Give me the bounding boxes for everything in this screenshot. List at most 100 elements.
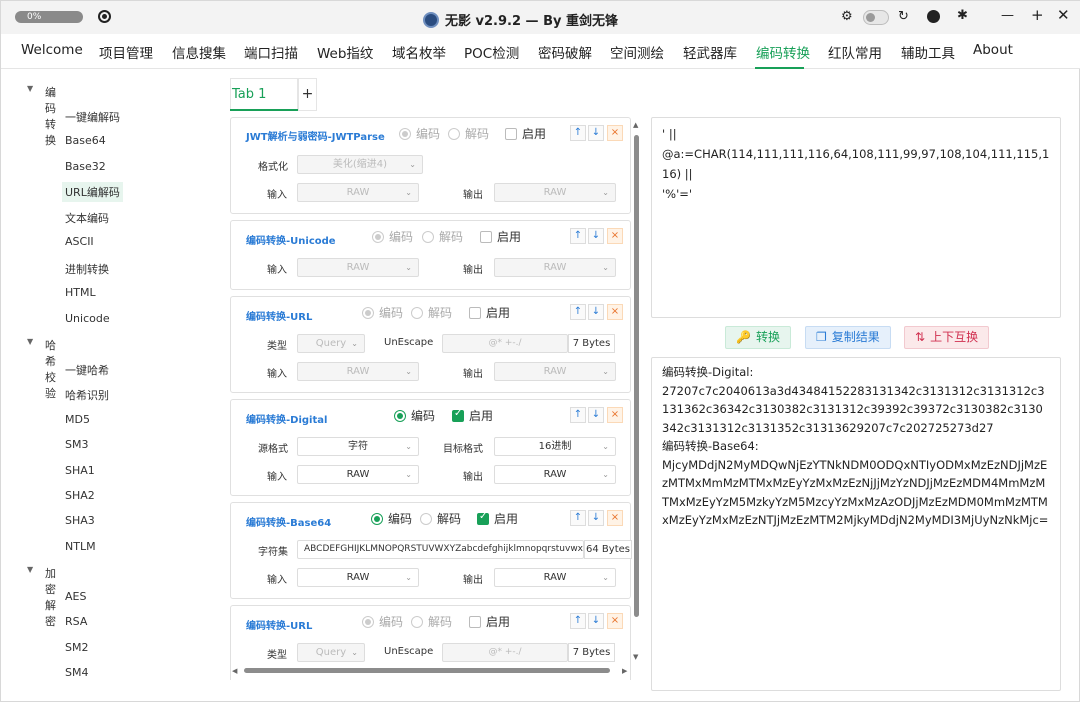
maximize-icon[interactable]: + (1031, 8, 1044, 23)
encode-radio[interactable]: 编码 (399, 125, 440, 142)
scrollbar-thumb[interactable] (244, 668, 610, 673)
source-format-select[interactable]: 字符 ⌄ (297, 437, 419, 456)
sidebar-item[interactable]: RSA (65, 615, 87, 628)
input-select[interactable]: RAW ⌄ (297, 465, 419, 484)
decode-radio[interactable]: 解码 (420, 510, 461, 527)
vertical-scrollbar[interactable]: ▲ ▼ (632, 121, 641, 666)
sidebar-item[interactable]: 一键编解码 (65, 109, 120, 125)
sidebar-item[interactable]: SHA1 (65, 464, 95, 477)
enable-checkbox[interactable]: 启用 (452, 407, 493, 424)
tab-welcome[interactable]: Welcome (21, 42, 83, 58)
move-up-button[interactable]: ↑ (570, 304, 586, 320)
tab-webfinger[interactable]: Web指纹 (317, 42, 373, 62)
remove-button[interactable]: × (607, 228, 623, 244)
output-select[interactable]: RAW ⌄ (494, 568, 616, 587)
sidebar-item[interactable]: NTLM (65, 540, 96, 553)
scroll-down-icon[interactable]: ▼ (633, 653, 638, 661)
tab-weapons[interactable]: 轻武器库 (683, 42, 737, 62)
convert-button[interactable]: 🔑 转换 (725, 326, 791, 349)
decode-radio[interactable]: 解码 (411, 613, 452, 630)
unescape-input[interactable]: @* +-./ (442, 643, 568, 662)
encode-radio[interactable]: 编码 (362, 304, 403, 321)
sidebar-item[interactable]: MD5 (65, 413, 90, 426)
encode-radio[interactable]: 编码 (394, 407, 435, 424)
scroll-up-icon[interactable]: ▲ (633, 121, 638, 129)
tab-about[interactable]: About (973, 42, 1013, 58)
tab-space[interactable]: 空间测绘 (610, 42, 664, 62)
decode-radio[interactable]: 解码 (448, 125, 489, 142)
output-select[interactable]: RAW ⌄ (494, 183, 616, 202)
scroll-left-icon[interactable]: ◀ (232, 667, 237, 675)
gear-icon[interactable]: ⚙ (841, 10, 853, 23)
encode-radio[interactable]: 编码 (372, 228, 413, 245)
theme-toggle[interactable] (863, 10, 889, 25)
sidebar-item[interactable]: AES (65, 590, 86, 603)
move-down-button[interactable]: ↓ (588, 510, 604, 526)
sidebar-item[interactable]: SHA2 (65, 489, 95, 502)
encode-radio[interactable]: 编码 (362, 613, 403, 630)
charset-input[interactable]: ABCDEFGHIJKLMNOPQRSTUVWXYZabcdefghijklmn… (297, 540, 584, 559)
swap-button[interactable]: ⇅ 上下互换 (904, 326, 990, 349)
tab-domain[interactable]: 域名枚举 (392, 42, 446, 62)
sidebar-item[interactable]: SM4 (65, 666, 88, 679)
unescape-input[interactable]: @* +-./ (442, 334, 568, 353)
record-icon[interactable] (98, 10, 111, 23)
input-select[interactable]: RAW ⌄ (297, 568, 419, 587)
move-up-button[interactable]: ↑ (570, 510, 586, 526)
format-select[interactable]: 美化(缩进4) ⌄ (297, 155, 423, 174)
move-up-button[interactable]: ↑ (570, 613, 586, 629)
move-down-button[interactable]: ↓ (588, 407, 604, 423)
close-icon[interactable]: ✕ (1057, 8, 1070, 23)
encode-radio[interactable]: 编码 (371, 510, 412, 527)
remove-button[interactable]: × (607, 613, 623, 629)
sidebar-item[interactable]: Unicode (65, 312, 110, 325)
move-up-button[interactable]: ↑ (570, 125, 586, 141)
remove-button[interactable]: × (607, 125, 623, 141)
add-tab-button[interactable]: + (298, 78, 317, 111)
bug-icon[interactable]: ✱ (957, 9, 968, 22)
enable-checkbox[interactable]: 启用 (505, 125, 546, 142)
tab-encoding[interactable]: 编码转换 (756, 42, 810, 62)
sidebar-item[interactable]: SM3 (65, 438, 88, 451)
remove-button[interactable]: × (607, 407, 623, 423)
move-down-button[interactable]: ↓ (588, 125, 604, 141)
tab-project[interactable]: 项目管理 (99, 42, 153, 62)
input-select[interactable]: RAW ⌄ (297, 362, 419, 381)
tab-password[interactable]: 密码破解 (538, 42, 592, 62)
sidebar-item[interactable]: SHA3 (65, 514, 95, 527)
tab-redteam[interactable]: 红队常用 (828, 42, 882, 62)
tab-1[interactable]: Tab 1 (230, 78, 298, 111)
enable-checkbox[interactable]: 启用 (480, 228, 521, 245)
tab-poc[interactable]: POC检测 (464, 42, 519, 62)
scrollbar-thumb[interactable] (634, 135, 639, 617)
move-up-button[interactable]: ↑ (570, 407, 586, 423)
output-textarea[interactable]: 编码转换-Digital: 27207c7c2040613a3d434841522… (651, 357, 1061, 691)
remove-button[interactable]: × (607, 304, 623, 320)
sidebar-item[interactable]: HTML (65, 286, 96, 299)
target-format-select[interactable]: 16进制 ⌄ (494, 437, 616, 456)
move-down-button[interactable]: ↓ (588, 304, 604, 320)
output-select[interactable]: RAW ⌄ (494, 258, 616, 277)
move-down-button[interactable]: ↓ (588, 613, 604, 629)
input-select[interactable]: RAW ⌄ (297, 258, 419, 277)
input-textarea[interactable]: ' || @a:=CHAR(114,111,111,116,64,108,111… (651, 117, 1061, 318)
sidebar-item[interactable]: 一键哈希 (65, 362, 109, 378)
tab-tools[interactable]: 辅助工具 (901, 42, 955, 62)
sidebar-item[interactable]: 进制转换 (65, 261, 109, 277)
move-down-button[interactable]: ↓ (588, 228, 604, 244)
sidebar-item[interactable]: ASCII (65, 235, 94, 248)
horizontal-scrollbar[interactable]: ◀ ▶ (230, 666, 632, 676)
scroll-right-icon[interactable]: ▶ (622, 667, 627, 675)
refresh-icon[interactable]: ↻ (898, 10, 909, 23)
tab-portscan[interactable]: 端口扫描 (244, 42, 298, 62)
sidebar-item-selected[interactable]: URL编解码 (62, 182, 123, 202)
sidebar-item[interactable]: 文本编码 (65, 210, 109, 226)
copy-result-button[interactable]: ❐ 复制结果 (805, 326, 891, 349)
input-select[interactable]: RAW ⌄ (297, 183, 419, 202)
enable-checkbox[interactable]: 启用 (477, 510, 518, 527)
sidebar-item[interactable]: Base64 (65, 134, 106, 147)
enable-checkbox[interactable]: 启用 (469, 613, 510, 630)
output-select[interactable]: RAW ⌄ (494, 465, 616, 484)
decode-radio[interactable]: 解码 (411, 304, 452, 321)
output-select[interactable]: RAW ⌄ (494, 362, 616, 381)
